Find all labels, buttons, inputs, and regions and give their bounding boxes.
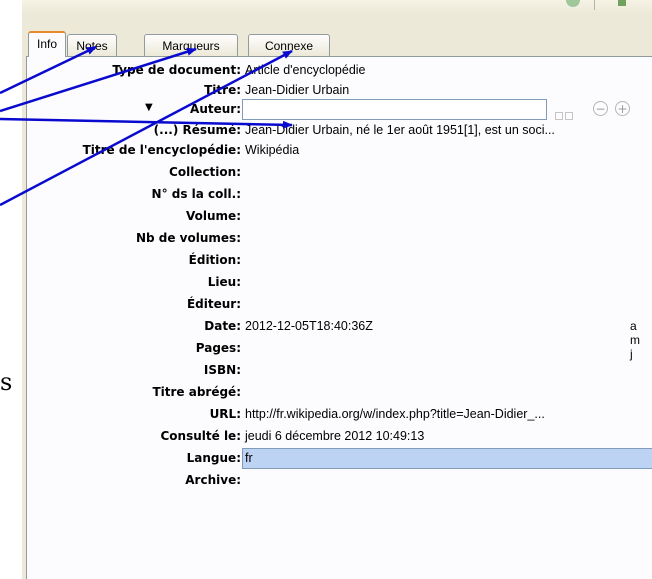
field-label-series-number: N° ds la coll.: [151,187,241,201]
language-input[interactable]: fr [242,448,652,469]
field-label-isbn: ISBN: [203,363,241,377]
field-row-series: Collection: [27,162,652,183]
encyclopedia-value[interactable]: Wikipédia [245,143,299,157]
field-row-volume: Volume: [27,206,652,227]
field-label-author[interactable]: Auteur: [190,102,241,116]
abstract-value[interactable]: Jean-Didier Urbain, né le 1er août 1951[… [245,123,555,137]
field-label-title: Titre: [204,83,241,97]
remove-creator-icon[interactable]: − [593,101,608,116]
field-row-place: Lieu: [27,272,652,293]
window-control-icon-2[interactable] [618,0,626,6]
accessed-value[interactable]: jeudi 6 décembre 2012 10:49:13 [245,429,424,443]
field-label-archive: Archive: [185,473,241,487]
tab-notes[interactable]: Notes [67,34,117,56]
info-fields: Type de document: Article d'encyclopédie… [26,56,652,579]
field-row-accessed: Consulté le: jeudi 6 décembre 2012 10:49… [27,426,652,447]
field-label-url[interactable]: URL: [210,407,241,421]
field-row-abstract: (...) Résumé: Jean-Didier Urbain, né le … [27,120,652,141]
field-label-date: Date: [204,319,241,333]
field-row-type: Type de document: Article d'encyclopédie [27,60,652,81]
field-label-pages: Pages: [195,341,241,355]
item-pane: Info Notes Marqueurs Connexe Type de doc… [22,14,652,579]
field-row-encyclopedia: Titre de l'encyclopédie: Wikipédia [27,140,652,161]
field-row-author: ▼ Auteur: − + [27,99,652,120]
field-label-accessed: Consulté le: [160,429,242,443]
field-label-language: Langue: [186,451,241,465]
window-top-strip [22,0,652,14]
tab-marqueurs[interactable]: Marqueurs [144,34,238,56]
field-row-isbn: ISBN: [27,360,652,381]
field-label-series: Collection: [169,165,241,179]
tab-connexe[interactable]: Connexe [248,34,330,56]
url-value[interactable]: http://fr.wikipedia.org/w/index.php?titl… [245,407,545,421]
field-label-volume: Volume: [186,209,241,223]
toolbar-separator [594,0,595,10]
field-row-short-title: Titre abrégé: [27,382,652,403]
field-row-pages: Pages: [27,338,652,359]
field-label-abstract[interactable]: (...) Résumé: [154,123,241,137]
field-row-publisher: Éditeur: [27,294,652,315]
window-control-icon[interactable] [566,0,580,7]
field-label-edition: Édition: [188,253,241,267]
field-label-short-title: Titre abrégé: [152,385,241,399]
item-type-value[interactable]: Article d'encyclopédie [245,63,366,77]
field-label-num-volumes: Nb de volumes: [135,231,241,245]
field-row-language: Langue: fr [27,448,652,469]
field-label-place: Lieu: [207,275,241,289]
field-row-archive: Archive: [27,470,652,491]
field-label-publisher: Éditeur: [186,297,241,311]
language-value[interactable]: fr [245,451,253,465]
title-value[interactable]: Jean-Didier Urbain [245,83,349,97]
tab-strip: Info Notes Marqueurs Connexe [22,14,652,62]
field-row-url: URL: http://fr.wikipedia.org/w/index.php… [27,404,652,425]
creator-type-triangle-icon[interactable]: ▼ [145,102,153,113]
field-row-title: Titre: Jean-Didier Urbain [27,80,652,101]
field-row-series-number: N° ds la coll.: [27,184,652,205]
field-label-encyclopedia: Titre de l'encyclopédie: [82,143,241,157]
add-creator-icon[interactable]: + [615,101,630,116]
side-text: s [0,368,13,396]
field-row-edition: Édition: [27,250,652,271]
author-input[interactable] [242,99,547,120]
date-value[interactable]: 2012-12-05T18:40:36Z [245,319,373,333]
field-row-num-volumes: Nb de volumes: [27,228,652,249]
field-mode-toggle-icon[interactable] [555,105,575,120]
field-label-type: Type de document: [112,63,241,77]
tab-info[interactable]: Info [28,31,66,57]
field-row-date: Date: 2012-12-05T18:40:36Z a m j [27,316,652,361]
